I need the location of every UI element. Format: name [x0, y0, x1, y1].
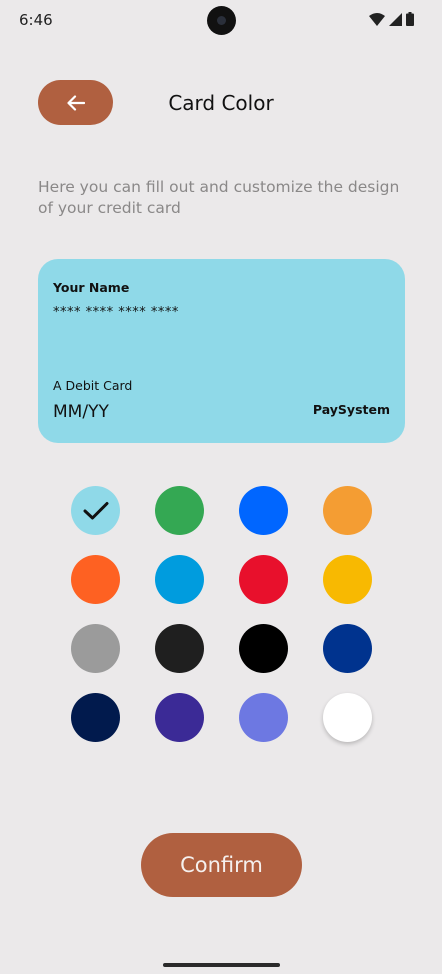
status-bar: 6:46	[0, 0, 442, 40]
color-swatch[interactable]	[71, 624, 120, 673]
color-swatch[interactable]	[323, 693, 372, 742]
color-swatch[interactable]	[71, 693, 120, 742]
front-camera	[207, 6, 236, 35]
color-swatch[interactable]	[239, 486, 288, 535]
page-title: Card Color	[0, 91, 442, 115]
color-swatch[interactable]	[239, 555, 288, 604]
wifi-icon	[369, 12, 385, 26]
page-title-text: Card Color	[168, 91, 274, 115]
color-swatch-grid	[71, 486, 373, 742]
color-swatch[interactable]	[71, 555, 120, 604]
color-swatch[interactable]	[239, 624, 288, 673]
color-swatch[interactable]	[155, 693, 204, 742]
card-holder-name: Your Name	[53, 280, 130, 295]
color-swatch[interactable]	[71, 486, 120, 535]
battery-icon	[406, 12, 414, 26]
color-swatch[interactable]	[323, 624, 372, 673]
color-swatch[interactable]	[323, 555, 372, 604]
card-type-label: A Debit Card	[53, 378, 133, 393]
color-swatch[interactable]	[323, 486, 372, 535]
card-brand: PaySystem	[312, 402, 390, 417]
color-swatch[interactable]	[155, 624, 204, 673]
cellular-signal-icon	[389, 12, 402, 26]
description-text: Here you can fill out and customize the …	[38, 178, 400, 217]
check-icon	[83, 501, 108, 519]
status-time: 6:46	[19, 11, 53, 29]
confirm-button[interactable]: Confirm	[141, 833, 302, 897]
card-number: **** **** **** ****	[53, 305, 179, 320]
home-indicator	[163, 963, 280, 967]
color-swatch[interactable]	[239, 693, 288, 742]
color-swatch[interactable]	[155, 555, 204, 604]
card-preview: Your Name **** **** **** **** A Debit Ca…	[38, 259, 405, 443]
status-icons	[369, 12, 414, 26]
card-expiry: MM/YY	[53, 402, 109, 422]
color-swatch[interactable]	[155, 486, 204, 535]
